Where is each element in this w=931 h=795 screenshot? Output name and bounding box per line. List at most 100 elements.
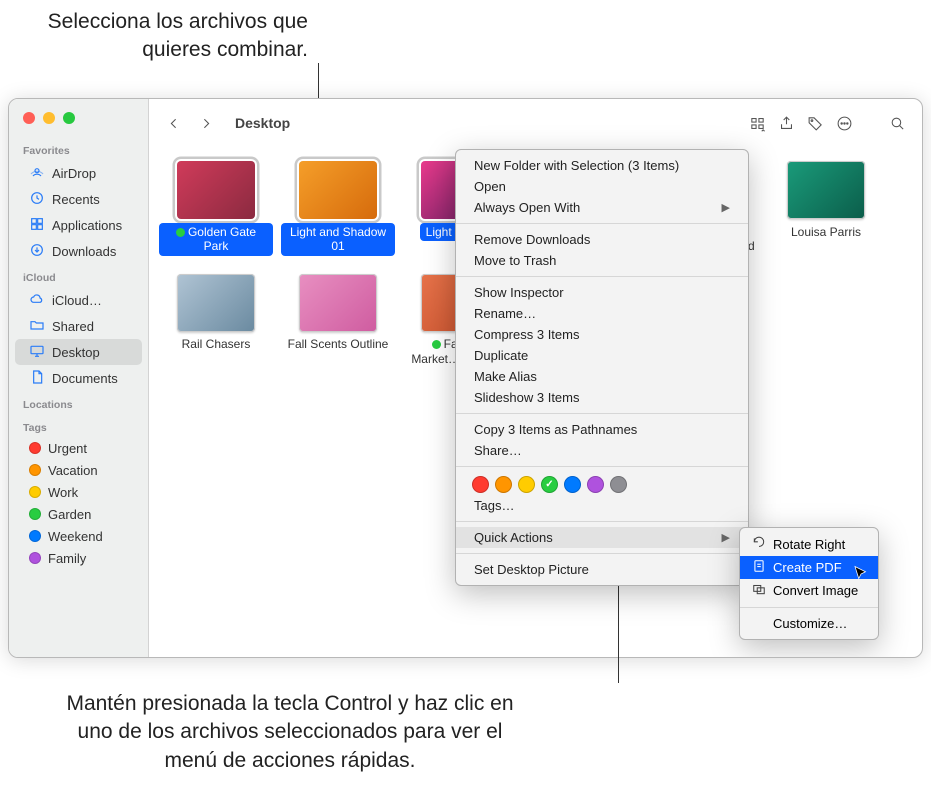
context-menu-label: Copy 3 Items as Pathnames [474, 422, 637, 437]
tag-dot-icon [29, 530, 41, 542]
context-menu-item[interactable]: Make Alias [456, 366, 748, 387]
tag-color-swatch[interactable] [518, 476, 535, 493]
more-button[interactable] [830, 111, 859, 136]
file-thumbnail [787, 161, 865, 219]
sidebar-heading: Favorites [9, 137, 148, 160]
forward-button[interactable] [192, 111, 221, 136]
context-menu-label: Share… [474, 443, 522, 458]
context-menu-item[interactable]: Remove Downloads [456, 229, 748, 250]
quick-action-customize[interactable]: Customize… [740, 613, 878, 634]
context-menu-item-set-desktop[interactable]: Set Desktop Picture [456, 559, 748, 580]
context-menu-label: Set Desktop Picture [474, 562, 589, 577]
minimize-button[interactable] [43, 112, 55, 124]
menu-separator [456, 223, 748, 224]
sidebar-heading: Tags [9, 414, 148, 437]
file-item[interactable]: Louisa Parris [769, 161, 883, 256]
context-menu-item[interactable]: Move to Trash [456, 250, 748, 271]
close-button[interactable] [23, 112, 35, 124]
file-name: Fall Scents Outline [282, 336, 395, 353]
sidebar-item-family[interactable]: Family [15, 547, 142, 569]
sidebar-item-urgent[interactable]: Urgent [15, 437, 142, 459]
sidebar-item-applications[interactable]: Applications [15, 212, 142, 238]
sidebar-item-airdrop[interactable]: AirDrop [15, 160, 142, 186]
tag-dot-icon [29, 508, 41, 520]
quick-action-label: Convert Image [773, 583, 858, 598]
tag-dot-icon [29, 552, 41, 564]
context-menu-label: Quick Actions [474, 530, 553, 545]
tag-color-row [456, 472, 748, 495]
gallery-view-button[interactable] [713, 118, 729, 128]
context-menu-label: Always Open With [474, 200, 580, 215]
sidebar-item-work[interactable]: Work [15, 481, 142, 503]
sidebar-item-documents[interactable]: Documents [15, 365, 142, 391]
sidebar: Favorites AirDrop RecentsApplications Downl… [9, 99, 149, 657]
file-item[interactable]: Rail Chasers [159, 274, 273, 368]
sidebar-item-shared[interactable]: Shared [15, 313, 142, 339]
sidebar-item-label: Shared [52, 319, 94, 334]
quick-action-label: Customize… [773, 616, 847, 631]
callout-top: Selecciona los archivos que quieres comb… [18, 8, 308, 65]
search-button[interactable] [883, 111, 912, 136]
sidebar-item-garden[interactable]: Garden [15, 503, 142, 525]
tag-color-swatch[interactable] [587, 476, 604, 493]
tag-button[interactable] [801, 111, 830, 136]
context-menu-item[interactable]: Compress 3 Items [456, 324, 748, 345]
sidebar-item-desktop[interactable]: Desktop [15, 339, 142, 365]
cursor-icon [852, 565, 870, 583]
context-menu-item[interactable]: Share… [456, 440, 748, 461]
context-menu-item[interactable]: Copy 3 Items as Pathnames [456, 419, 748, 440]
sidebar-item-recents[interactable]: Recents [15, 186, 142, 212]
context-menu-label: Slideshow 3 Items [474, 390, 580, 405]
file-name: Louisa Parris [785, 223, 867, 240]
apps-icon [29, 216, 45, 235]
context-menu-label: Duplicate [474, 348, 528, 363]
context-menu-item-tags[interactable]: Tags… [456, 495, 748, 516]
file-item[interactable]: Fall Scents Outline [281, 274, 395, 368]
icon-view-button[interactable] [665, 118, 681, 128]
context-menu-label: Compress 3 Items [474, 327, 579, 342]
context-menu-label: Move to Trash [474, 253, 556, 268]
back-button[interactable] [159, 111, 188, 136]
file-name: Golden Gate Park [159, 223, 273, 256]
file-thumbnail [299, 274, 377, 332]
context-menu-item[interactable]: Rename… [456, 303, 748, 324]
sidebar-item-weekend[interactable]: Weekend [15, 525, 142, 547]
sidebar-item-label: AirDrop [52, 166, 96, 181]
context-menu-item[interactable]: Open [456, 176, 748, 197]
menu-separator [456, 553, 748, 554]
context-menu-item-quick-actions[interactable]: Quick Actions▶ [456, 527, 748, 548]
quick-action-label: Create PDF [773, 560, 842, 575]
context-menu-item[interactable]: Always Open With ▶ [456, 197, 748, 218]
column-view-button[interactable] [697, 118, 713, 128]
download-icon [29, 242, 45, 261]
view-switcher [665, 118, 729, 128]
file-grid: Golden Gate ParkLight and Shadow 01Light… [149, 147, 922, 657]
context-menu-label: Remove Downloads [474, 232, 590, 247]
tag-color-swatch[interactable] [495, 476, 512, 493]
tag-color-swatch[interactable] [610, 476, 627, 493]
context-menu-item[interactable]: Duplicate [456, 345, 748, 366]
context-menu-item[interactable]: Slideshow 3 Items [456, 387, 748, 408]
file-item[interactable]: Light and Shadow 01 [281, 161, 395, 256]
quick-action-item[interactable]: Rotate Right [740, 533, 878, 556]
sidebar-item-label: Downloads [52, 244, 116, 259]
sidebar-item-vacation[interactable]: Vacation [15, 459, 142, 481]
tag-color-swatch[interactable] [472, 476, 489, 493]
context-menu-label: Open [474, 179, 506, 194]
context-menu-item[interactable]: New Folder with Selection (3 Items) [456, 155, 748, 176]
group-by-button[interactable] [743, 111, 772, 136]
tag-color-swatch[interactable] [564, 476, 581, 493]
tag-color-swatch[interactable] [541, 476, 558, 493]
finder-window: Favorites AirDrop RecentsApplications Downl… [8, 98, 923, 658]
context-menu-item[interactable]: Show Inspector [456, 282, 748, 303]
quick-actions-submenu: Rotate Right Create PDF Convert Image Custo… [739, 527, 879, 640]
fullscreen-button[interactable] [63, 112, 75, 124]
sidebar-item-icloud[interactable]: iCloud… [15, 287, 142, 313]
list-view-button[interactable] [681, 118, 697, 128]
share-button[interactable] [772, 111, 801, 136]
rotate-icon [752, 536, 766, 553]
sidebar-item-downloads[interactable]: Downloads [15, 238, 142, 264]
submenu-arrow-icon: ▶ [722, 201, 730, 214]
file-item[interactable]: Golden Gate Park [159, 161, 273, 256]
sidebar-item-label: Vacation [48, 463, 98, 478]
